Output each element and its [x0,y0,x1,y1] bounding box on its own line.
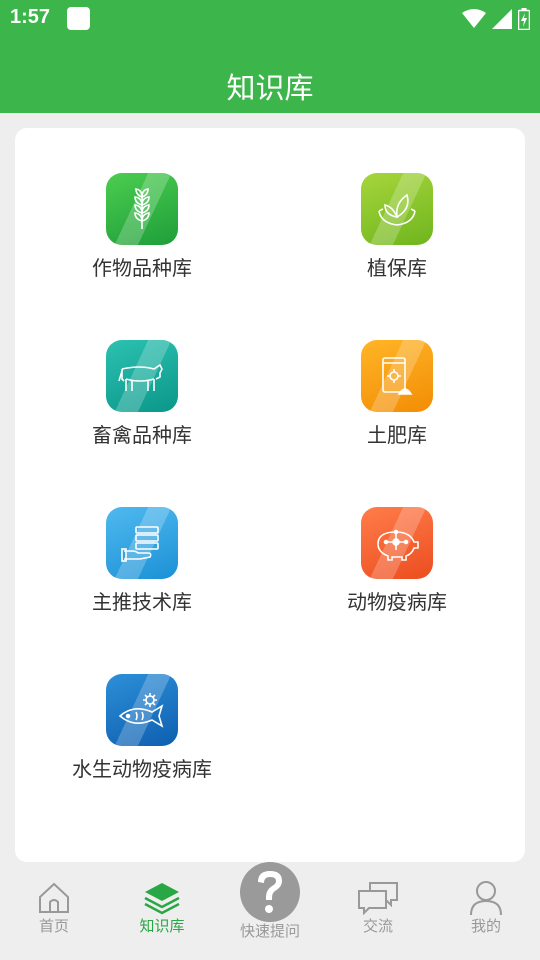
app-header: 1:57 知识库 [0,0,540,113]
wifi-icon [462,9,486,28]
tile-soil-fertilizer[interactable]: 土肥库 [287,340,507,460]
tile-plant-protection[interactable]: 植保库 [287,173,507,293]
tile-label: 土肥库 [367,423,427,447]
status-icons [462,7,530,31]
layers-icon [112,880,212,916]
tile-label: 主推技术库 [92,590,192,614]
leaf-hands-icon [361,173,433,245]
status-bar: 1:57 [0,0,540,38]
nav-label: 知识库 [139,917,185,935]
nav-label: 首页 [38,917,69,935]
tile-label: 水生动物疫病库 [72,757,212,781]
notification-app-icon [67,7,90,30]
home-icon [4,880,104,916]
fish-virus-icon [106,674,178,746]
chat-icon [328,880,428,916]
tile-label: 作物品种库 [92,256,192,280]
quick-question-button[interactable] [240,862,300,922]
cow-icon [106,340,178,412]
battery-icon [518,8,530,30]
tile-animal-disease[interactable]: 动物疫病库 [287,507,507,627]
tile-key-technology[interactable]: 主推技术库 [32,507,252,627]
nav-knowledge[interactable]: 知识库 [112,880,212,936]
status-time: 1:57 [10,6,51,28]
fertilizer-bag-icon [361,340,433,412]
wheat-icon [106,173,178,245]
signal-icon [492,9,512,29]
knowledge-card: 作物品种库 植保库 畜禽品种库 土肥库 主推技术库 动物疫病库 水生动物疫病库 [15,128,525,862]
tile-label: 动物疫病库 [347,590,447,614]
tile-livestock-variety[interactable]: 畜禽品种库 [32,340,252,460]
tile-label: 植保库 [367,256,427,280]
tile-label: 畜禽品种库 [92,423,192,447]
user-icon [436,880,536,916]
nav-label: 我的 [470,917,501,935]
nav-profile[interactable]: 我的 [436,880,536,936]
quick-question-label: 快速提问 [239,922,300,940]
nav-label: 交流 [362,917,393,935]
nav-home[interactable]: 首页 [4,880,104,936]
tech-hand-icon [106,507,178,579]
page-title: 知识库 [226,71,314,105]
tile-crop-variety[interactable]: 作物品种库 [32,173,252,293]
nav-chat[interactable]: 交流 [328,880,428,936]
question-icon [258,871,282,913]
tile-aquatic-disease[interactable]: 水生动物疫病库 [32,674,252,794]
pig-virus-icon [361,507,433,579]
